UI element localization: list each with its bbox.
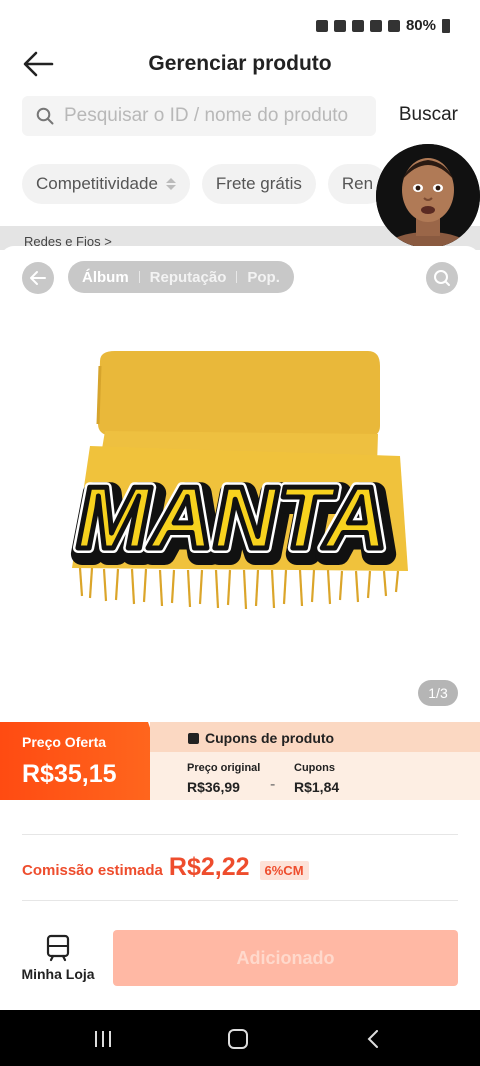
filter-label: Competitividade: [36, 174, 158, 193]
search-icon: [36, 107, 54, 125]
coupons-value: R$1,84: [294, 779, 340, 795]
commission-row: Comissão estimada R$2,22 6%CM: [22, 853, 309, 882]
minus-sign: -: [270, 776, 276, 793]
header: Gerenciar produto: [0, 40, 480, 90]
image-caption: MANTA: [76, 468, 387, 567]
filter-chips: Competitividade Frete grátis Ren: [22, 164, 388, 204]
system-nav-bar: [0, 1010, 480, 1066]
blanket-image: MANTA MANTA MANTA: [69, 351, 408, 610]
page-title: Gerenciar produto: [148, 52, 332, 75]
filter-label: Ren: [341, 174, 374, 193]
search-row: Pesquisar o ID / nome do produto Buscar: [0, 96, 480, 138]
battery-icon: [442, 18, 450, 33]
added-button[interactable]: Adicionado: [113, 930, 458, 986]
tab-reputacao[interactable]: Reputação: [150, 269, 227, 286]
recent-apps-icon[interactable]: [93, 1030, 113, 1048]
search-button[interactable]: Buscar: [399, 104, 458, 126]
wifi-icon: [369, 19, 382, 32]
face-overlay: [376, 144, 480, 248]
sheet-back-button[interactable]: [22, 262, 54, 294]
tab-divider: [236, 271, 238, 283]
sort-icon: [166, 178, 176, 190]
arrow-left-icon: [30, 271, 46, 285]
magnifier-icon: [434, 270, 450, 286]
offer-price-value: R$35,15: [22, 760, 117, 788]
my-store-label: Minha Loja: [21, 966, 95, 982]
nav-back-icon[interactable]: [364, 1030, 382, 1048]
filter-competitividade[interactable]: Competitividade: [22, 164, 190, 204]
price-block: Preço Oferta R$35,15 Cupons de produto P…: [0, 722, 480, 800]
search-placeholder: Pesquisar o ID / nome do produto: [64, 105, 349, 126]
battery-percent: 80%: [405, 17, 436, 34]
commission-label: Comissão estimada: [22, 862, 163, 879]
ticket-icon: [188, 732, 199, 744]
sheet-search-button[interactable]: [426, 262, 458, 294]
tab-pop[interactable]: Pop.: [247, 269, 280, 286]
filter-label: Frete grátis: [215, 174, 302, 193]
tab-divider: [138, 271, 140, 283]
face-image: [376, 144, 480, 248]
search-input[interactable]: Pesquisar o ID / nome do produto: [22, 96, 376, 136]
tab-album[interactable]: Álbum: [82, 269, 129, 286]
coupon-panel: Cupons de produto Preço original R$36,99…: [150, 722, 480, 800]
original-price-value: R$36,99: [187, 779, 240, 795]
commission-value: R$2,22: [168, 853, 250, 881]
status-icons: 80%: [315, 17, 450, 34]
filter-frete-gratis[interactable]: Frete grátis: [201, 164, 316, 204]
home-icon[interactable]: [228, 1029, 248, 1049]
mute-icon: [351, 19, 364, 32]
page-counter: 1/3: [418, 680, 458, 706]
original-price-label: Preço original: [187, 762, 261, 774]
offer-price-label: Preço Oferta: [22, 734, 107, 750]
coupons-label: Cupons: [294, 762, 335, 774]
divider: [22, 900, 458, 901]
product-sheet: Álbum Reputação Pop. MANTA MANTA MANTA 1…: [0, 246, 480, 1010]
commission-badge: 6%CM: [259, 861, 309, 880]
media-tabs: Álbum Reputação Pop.: [68, 261, 294, 293]
notification-icon: [315, 19, 328, 32]
divider: [22, 834, 458, 835]
alarm-icon: [333, 19, 346, 32]
coupon-title: Cupons de produto: [188, 730, 334, 746]
product-image[interactable]: MANTA MANTA MANTA: [0, 306, 480, 716]
store-icon: [46, 934, 70, 962]
signal-icon: [387, 19, 400, 32]
coupon-title-text: Cupons de produto: [205, 730, 335, 746]
my-store-button[interactable]: Minha Loja: [20, 934, 96, 990]
